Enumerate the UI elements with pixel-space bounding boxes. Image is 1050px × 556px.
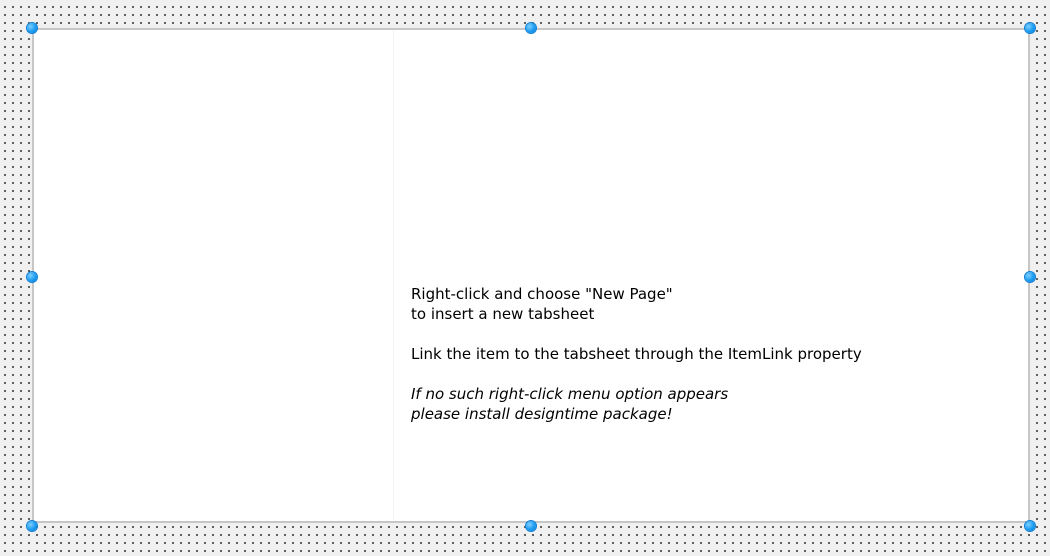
tab-list-pane[interactable] xyxy=(34,30,394,521)
warning-line-no-menu: If no such right-click menu option appea… xyxy=(411,385,729,403)
resize-handle-top-left[interactable] xyxy=(27,23,37,33)
tab-control-component[interactable]: Right-click and choose "New Page" to ins… xyxy=(32,28,1030,523)
resize-handle-bottom-left[interactable] xyxy=(27,521,37,531)
resize-handle-top-right[interactable] xyxy=(1025,23,1035,33)
hint-line-itemlink: Link the item to the tabsheet through th… xyxy=(411,345,862,363)
page-content-pane[interactable]: Right-click and choose "New Page" to ins… xyxy=(395,30,1028,521)
hint-line-insert-tabsheet: to insert a new tabsheet xyxy=(411,305,595,323)
hint-line-new-page: Right-click and choose "New Page" xyxy=(411,285,673,303)
warning-line-install-package: please install designtime package! xyxy=(411,405,673,423)
resize-handle-bottom-right[interactable] xyxy=(1025,521,1035,531)
resize-handle-bottom[interactable] xyxy=(526,521,536,531)
resize-handle-left[interactable] xyxy=(27,272,37,282)
resize-handle-top[interactable] xyxy=(526,23,536,33)
design-hint-text: Right-click and choose "New Page" to ins… xyxy=(411,284,862,424)
resize-handle-right[interactable] xyxy=(1025,272,1035,282)
